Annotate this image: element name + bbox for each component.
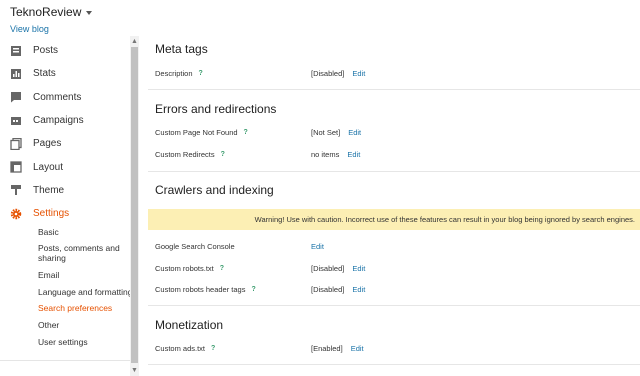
blog-title: TeknoReview	[10, 5, 82, 19]
sidebar-item-label: Campaigns	[33, 115, 84, 127]
row-label-text: Google Search Console	[155, 242, 235, 251]
sidebar-item-layout[interactable]: Layout	[0, 155, 130, 178]
row-value-text: [Enabled]	[311, 344, 343, 353]
main-content: Meta tags Description ? [Disabled] Edit …	[140, 0, 640, 376]
gear-icon	[10, 208, 22, 219]
sidebar-item-label: Pages	[33, 138, 62, 150]
divider	[0, 360, 130, 361]
settings-sub-posts-comments[interactable]: Posts, comments and sharing	[38, 243, 133, 263]
help-icon[interactable]: ?	[221, 151, 225, 158]
sidebar-item-label: Posts	[33, 45, 59, 57]
posts-icon	[11, 45, 21, 56]
edit-not-found-link[interactable]: Edit	[348, 128, 361, 137]
section-title-crawlers: Crawlers and indexing	[155, 183, 274, 197]
description-value: [Disabled] Edit	[311, 69, 365, 78]
help-icon[interactable]: ?	[211, 345, 215, 352]
row-label-text: Custom robots.txt	[155, 264, 214, 273]
warning-banner: Warning! Use with caution. Incorrect use…	[148, 209, 640, 230]
row-label-text: Custom robots header tags	[155, 285, 246, 294]
custom-redirects-label: Custom Redirects ?	[155, 150, 225, 159]
sidebar: TeknoReview View blog Posts Stats Commen…	[0, 0, 140, 376]
row-value-text: [Disabled]	[311, 285, 345, 294]
edit-description-link[interactable]: Edit	[352, 69, 365, 78]
help-icon[interactable]: ?	[220, 265, 224, 272]
comments-icon	[11, 92, 21, 103]
row-label-text: Description	[155, 69, 193, 78]
settings-sub-basic[interactable]: Basic	[38, 227, 133, 237]
theme-icon	[11, 185, 21, 196]
custom-ads-label: Custom ads.txt ?	[155, 344, 215, 353]
sidebar-item-label: Theme	[33, 184, 65, 196]
edit-robots-link[interactable]: Edit	[352, 264, 365, 273]
divider	[148, 89, 640, 90]
scroll-down-icon[interactable]: ▼	[131, 367, 138, 375]
sidebar-item-comments[interactable]: Comments	[0, 86, 130, 109]
section-title-monetization: Monetization	[155, 318, 224, 332]
settings-sub-user-settings[interactable]: User settings	[38, 337, 133, 347]
help-icon[interactable]: ?	[251, 286, 255, 293]
edit-search-console-link[interactable]: Edit	[311, 242, 324, 251]
divider	[148, 171, 640, 172]
sidebar-scroll-thumb[interactable]	[131, 47, 138, 363]
sidebar-item-theme[interactable]: Theme	[0, 179, 130, 202]
pages-icon	[10, 137, 22, 150]
description-label: Description ?	[155, 69, 203, 78]
divider	[148, 364, 640, 365]
custom-robots-value: [Disabled] Edit	[311, 264, 365, 273]
sidebar-nav: Posts Stats Comments Campaigns Pages Lay…	[0, 39, 130, 225]
sidebar-item-label: Comments	[33, 91, 82, 103]
edit-robots-header-link[interactable]: Edit	[352, 285, 365, 294]
custom-ads-value: [Enabled] Edit	[311, 344, 364, 353]
campaigns-icon	[11, 116, 21, 125]
custom-not-found-value: [Not Set] Edit	[311, 128, 361, 137]
stats-icon	[11, 68, 21, 79]
divider	[148, 305, 640, 306]
view-blog-link[interactable]: View blog	[10, 24, 49, 34]
sidebar-item-campaigns[interactable]: Campaigns	[0, 109, 130, 132]
help-icon[interactable]: ?	[244, 129, 248, 136]
layout-icon	[10, 161, 22, 173]
caret-down-icon	[86, 10, 93, 15]
settings-sub-email[interactable]: Email	[38, 270, 133, 280]
settings-sub-language[interactable]: Language and formatting	[38, 287, 133, 297]
row-label-text: Custom Redirects	[155, 150, 215, 159]
sidebar-item-stats[interactable]: Stats	[0, 62, 130, 85]
search-console-label: Google Search Console	[155, 242, 235, 251]
section-title-meta-tags: Meta tags	[155, 42, 208, 56]
sidebar-item-posts[interactable]: Posts	[0, 39, 130, 62]
row-value-text: no items	[311, 150, 340, 159]
row-label-text: Custom ads.txt	[155, 344, 206, 353]
custom-not-found-label: Custom Page Not Found ?	[155, 128, 248, 137]
blog-selector[interactable]: TeknoReview	[10, 5, 93, 19]
sidebar-item-settings[interactable]: Settings	[0, 202, 130, 225]
sidebar-item-label: Stats	[33, 68, 56, 80]
scroll-up-icon[interactable]: ▲	[131, 38, 138, 46]
sidebar-item-pages[interactable]: Pages	[0, 132, 130, 155]
row-value-text: [Disabled]	[311, 264, 345, 273]
custom-robots-header-value: [Disabled] Edit	[311, 285, 365, 294]
settings-sub-other[interactable]: Other	[38, 320, 133, 330]
custom-robots-header-label: Custom robots header tags ?	[155, 285, 256, 294]
custom-robots-label: Custom robots.txt ?	[155, 264, 224, 273]
edit-ads-link[interactable]: Edit	[351, 344, 364, 353]
section-title-errors: Errors and redirections	[155, 102, 277, 116]
row-value-text: [Disabled]	[311, 69, 345, 78]
custom-redirects-value: no items Edit	[311, 150, 360, 159]
help-icon[interactable]: ?	[199, 70, 203, 77]
sidebar-item-label: Layout	[33, 161, 64, 173]
edit-redirects-link[interactable]: Edit	[347, 150, 360, 159]
row-value-text: [Not Set]	[311, 128, 341, 137]
settings-sub-search-preferences[interactable]: Search preferences	[38, 303, 133, 313]
row-label-text: Custom Page Not Found	[155, 128, 238, 137]
sidebar-item-label: Settings	[33, 208, 70, 220]
